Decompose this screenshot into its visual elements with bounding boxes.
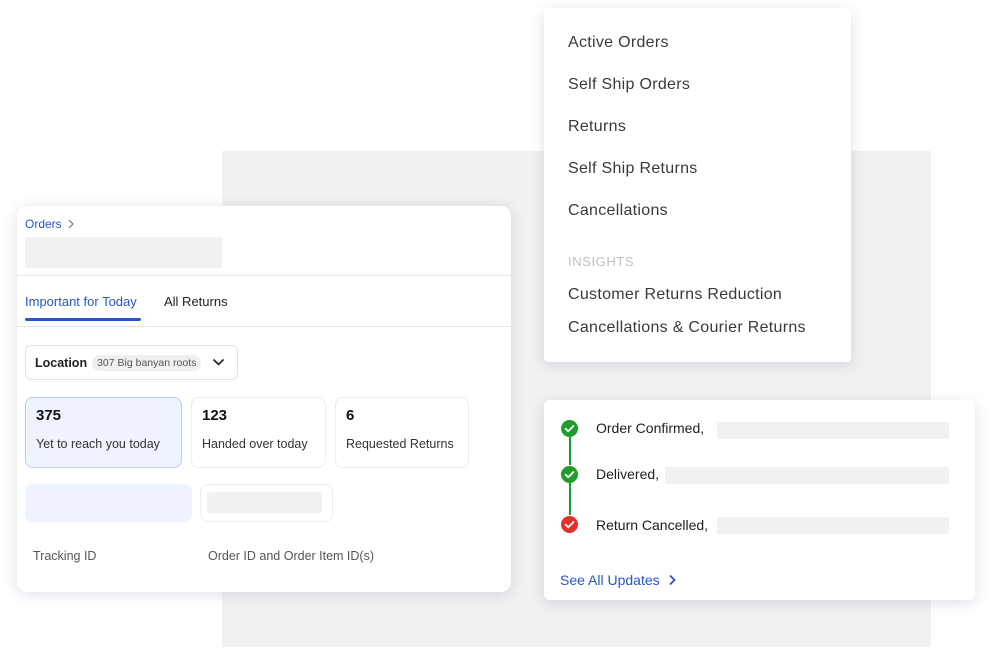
- orders-panel: Orders Important for Today All Returns L…: [17, 206, 511, 592]
- menu-item-cancellations[interactable]: Cancellations: [568, 202, 668, 220]
- tab-all-returns[interactable]: All Returns: [164, 294, 228, 309]
- timeline-connector: [569, 483, 571, 515]
- menu-item-cancellations-courier-returns[interactable]: Cancellations & Courier Returns: [568, 319, 806, 337]
- update-event-label: Delivered,: [596, 466, 660, 482]
- header-divider: [17, 275, 511, 276]
- menu-item-self-ship-returns[interactable]: Self Ship Returns: [568, 160, 698, 178]
- see-all-updates-link[interactable]: See All Updates: [560, 572, 676, 588]
- chevron-down-icon: [212, 358, 225, 366]
- menu-item-active-orders[interactable]: Active Orders: [568, 34, 669, 52]
- filter-chip-placeholder: [25, 484, 192, 522]
- location-selector[interactable]: Location 307 Big banyan roots: [25, 345, 238, 380]
- see-all-updates-label: See All Updates: [560, 572, 660, 588]
- breadcrumb: Orders: [25, 217, 75, 231]
- column-header-tracking-id: Tracking ID: [33, 549, 97, 563]
- tabs-divider: [17, 326, 511, 327]
- stat-card-requested-returns[interactable]: 6 Requested Returns: [335, 397, 469, 468]
- location-label: Location: [35, 355, 88, 370]
- error-check-circle-icon: [561, 516, 578, 533]
- filter-chip-placeholder: [200, 484, 333, 522]
- breadcrumb-orders-link[interactable]: Orders: [25, 217, 62, 231]
- chevron-right-icon: [668, 574, 676, 586]
- stat-label: Yet to reach you today: [36, 437, 160, 451]
- check-circle-icon: [561, 420, 578, 437]
- page-title-placeholder: [25, 237, 222, 268]
- location-value-chip: 307 Big banyan roots: [92, 354, 202, 371]
- update-event-placeholder: [665, 467, 949, 484]
- stat-label: Handed over today: [202, 437, 308, 451]
- update-event-label: Order Confirmed,: [596, 420, 705, 436]
- order-updates-card: Order Confirmed, Delivered, Return Cance…: [544, 400, 975, 600]
- menu-section-insights: INSIGHTS: [568, 254, 635, 269]
- update-event-placeholder: [717, 517, 949, 534]
- update-event-label: Return Cancelled,: [596, 517, 709, 533]
- stat-card-yet-to-reach[interactable]: 375 Yet to reach you today: [25, 397, 182, 468]
- check-circle-icon: [561, 466, 578, 483]
- stat-value: 6: [346, 407, 355, 424]
- active-tab-indicator: [25, 318, 141, 321]
- chevron-right-icon: [68, 219, 74, 229]
- timeline-connector: [569, 437, 571, 465]
- tab-important-for-today[interactable]: Important for Today: [25, 294, 137, 309]
- update-event-placeholder: [717, 422, 949, 439]
- stat-card-handed-over[interactable]: 123 Handed over today: [191, 397, 326, 468]
- menu-item-self-ship-orders[interactable]: Self Ship Orders: [568, 76, 690, 94]
- stat-value: 375: [36, 407, 62, 424]
- orders-dropdown-menu: Active Orders Self Ship Orders Returns S…: [544, 8, 851, 362]
- stat-value: 123: [202, 407, 228, 424]
- column-header-order-id: Order ID and Order Item ID(s): [208, 549, 375, 563]
- menu-item-customer-returns-reduction[interactable]: Customer Returns Reduction: [568, 286, 782, 304]
- stat-label: Requested Returns: [346, 437, 454, 451]
- menu-item-returns[interactable]: Returns: [568, 118, 626, 136]
